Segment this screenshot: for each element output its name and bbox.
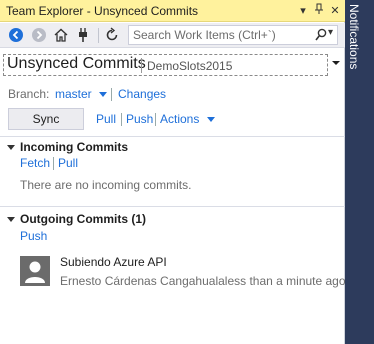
page-selector-arrow-icon[interactable] <box>332 61 340 65</box>
user-icon <box>25 261 45 283</box>
team-explorer-panel: Team Explorer - Unsynced Commits ▾ ✕ Sea… <box>0 0 346 344</box>
separator <box>53 157 54 170</box>
branch-value: master <box>55 87 92 101</box>
chevron-down-icon <box>99 92 108 97</box>
home-icon <box>54 28 68 42</box>
connect-button[interactable] <box>75 27 93 45</box>
collapse-icon[interactable] <box>7 145 15 150</box>
back-button[interactable] <box>8 27 26 45</box>
branch-label: Branch: <box>8 87 50 101</box>
branch-dropdown[interactable]: master <box>55 87 108 101</box>
commit-time: less than a minute ago <box>224 274 346 288</box>
window-title: Team Explorer - Unsynced Commits <box>6 4 199 18</box>
page-title: Unsynced Commits <box>7 55 146 72</box>
notifications-tab[interactable]: Notifications <box>345 0 374 344</box>
search-box: ▾ <box>128 25 338 45</box>
forward-button[interactable] <box>31 27 49 45</box>
refresh-button[interactable] <box>104 27 122 45</box>
separator <box>111 88 112 101</box>
page-selector[interactable]: Unsynced Commits DemoSlots2015 <box>3 54 328 76</box>
search-button[interactable]: ▾ <box>313 27 337 43</box>
outgoing-commits-header[interactable]: Outgoing Commits (1) <box>20 212 146 226</box>
commit-message[interactable]: Subiendo Azure API <box>60 255 167 269</box>
outgoing-push-link[interactable]: Push <box>20 229 47 243</box>
fetch-link[interactable]: Fetch <box>20 156 50 170</box>
incoming-pull-link[interactable]: Pull <box>58 156 78 170</box>
avatar <box>20 256 50 286</box>
actions-dropdown[interactable]: Actions <box>160 112 215 126</box>
forward-icon <box>32 28 46 42</box>
changes-link[interactable]: Changes <box>118 87 166 101</box>
incoming-commits-header[interactable]: Incoming Commits <box>20 140 128 154</box>
pull-link[interactable]: Pull <box>96 112 116 126</box>
window-options-dropdown[interactable]: ▾ <box>296 3 310 19</box>
connect-icon <box>79 28 87 42</box>
toolbar: ▾ <box>0 23 345 48</box>
sync-button[interactable]: Sync <box>8 108 84 130</box>
pin-icon <box>315 3 323 14</box>
pin-button[interactable] <box>312 3 326 19</box>
separator <box>121 113 122 126</box>
close-button[interactable]: ✕ <box>328 3 342 19</box>
section-divider <box>0 206 345 207</box>
actions-label: Actions <box>160 112 200 126</box>
home-button[interactable] <box>53 27 71 45</box>
incoming-empty-text: There are no incoming commits. <box>20 178 192 192</box>
push-link[interactable]: Push <box>126 112 153 126</box>
commit-author: Ernesto Cárdenas Cangahuala <box>60 274 225 288</box>
separator <box>155 113 156 126</box>
title-bar: Team Explorer - Unsynced Commits ▾ ✕ <box>0 0 345 22</box>
commit-meta: Ernesto Cárdenas Cangahualaless than a m… <box>60 274 346 288</box>
section-divider <box>0 136 345 137</box>
repository-name: DemoSlots2015 <box>147 59 233 73</box>
refresh-icon <box>106 27 118 41</box>
notifications-label: Notifications <box>347 4 361 70</box>
chevron-down-icon <box>206 117 215 122</box>
toolbar-divider <box>98 28 99 43</box>
back-icon <box>9 28 23 42</box>
search-icon <box>315 28 327 41</box>
collapse-icon[interactable] <box>7 217 15 222</box>
search-options-dropdown[interactable]: ▾ <box>328 27 333 38</box>
page-title-divider <box>141 58 142 73</box>
search-input[interactable] <box>129 26 309 44</box>
